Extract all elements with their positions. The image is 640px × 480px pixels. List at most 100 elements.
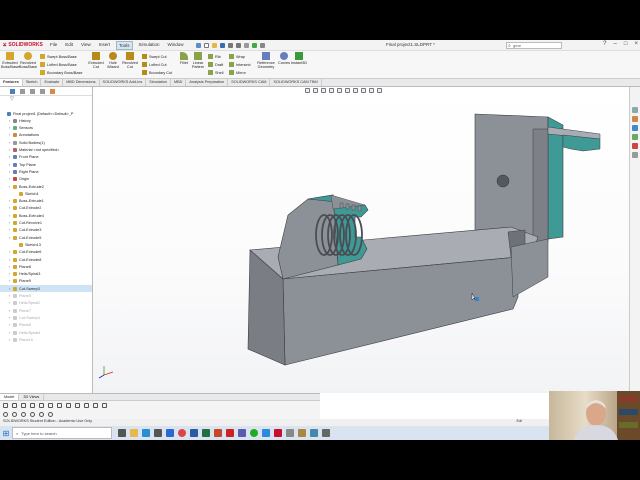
intersect-button[interactable]: Intersect: [229, 62, 251, 67]
close-icon[interactable]: ×: [634, 41, 638, 47]
expand-chevron-icon[interactable]: ›: [9, 294, 12, 298]
expand-chevron-icon[interactable]: ›: [9, 316, 12, 320]
display-manager-icon[interactable]: [50, 88, 55, 94]
feature-tree-item[interactable]: › Cut-Extrude6: [0, 249, 92, 256]
chrome-icon[interactable]: [178, 429, 186, 437]
shell-button[interactable]: Shell: [208, 70, 223, 75]
app-icon[interactable]: [310, 429, 318, 437]
select-tool-icon[interactable]: [3, 403, 8, 408]
file-explorer-icon[interactable]: [632, 125, 638, 131]
curves-button[interactable]: Curves: [278, 52, 290, 65]
feature-tree-item[interactable]: › Boss-Extrude4: [0, 212, 92, 219]
feature-tree-item[interactable]: › Annotations: [0, 132, 92, 139]
swept-boss-button[interactable]: Swept Boss/Base: [40, 54, 77, 59]
command-tab[interactable]: Sketch: [23, 79, 42, 86]
expand-chevron-icon[interactable]: ›: [9, 199, 12, 203]
task-view-icon[interactable]: [118, 429, 126, 437]
rib-button[interactable]: Rib: [208, 54, 221, 59]
expand-chevron-icon[interactable]: ›: [9, 258, 12, 262]
swept-cut-button[interactable]: Swept Cut: [142, 54, 167, 59]
graphics-area[interactable]: [93, 87, 629, 393]
feature-tree-item[interactable]: › Plane5: [0, 293, 92, 300]
feature-tree-item[interactable]: › Solid Bodies(1): [0, 139, 92, 146]
feature-tree-item[interactable]: › Plane7: [0, 307, 92, 314]
lofted-cut-button[interactable]: Lofted Cut: [142, 62, 167, 67]
line-tool-icon[interactable]: [21, 403, 26, 408]
restore-icon[interactable]: □: [624, 41, 628, 47]
feature-tree-item[interactable]: › Top Plane: [0, 161, 92, 168]
expand-chevron-icon[interactable]: ›: [9, 250, 12, 254]
expand-chevron-icon[interactable]: ›: [9, 331, 12, 335]
expand-chevron-icon[interactable]: ›: [9, 279, 12, 283]
powerpoint-icon[interactable]: [214, 429, 222, 437]
feature-tree-item[interactable]: › Boss-Extrude1: [0, 198, 92, 205]
feature-tree-item[interactable]: › Cut-Sweep3: [0, 285, 92, 293]
expand-chevron-icon[interactable]: ›: [9, 133, 12, 137]
expand-chevron-icon[interactable]: ›: [9, 163, 12, 167]
teams-icon[interactable]: [238, 429, 246, 437]
custom-properties-icon[interactable]: [632, 152, 638, 158]
expand-chevron-icon[interactable]: ›: [9, 221, 12, 225]
app-icon[interactable]: [286, 429, 294, 437]
acrobat-icon[interactable]: [226, 429, 234, 437]
windows-start-icon[interactable]: ⊞: [0, 427, 12, 439]
polygon-tool-icon[interactable]: [57, 403, 62, 408]
help-icon[interactable]: ?: [603, 41, 606, 47]
feature-tree-item[interactable]: Sketch13: [0, 241, 92, 248]
expand-chevron-icon[interactable]: ›: [9, 272, 12, 276]
pattern-sketch-icon[interactable]: [30, 412, 35, 417]
extruded-cut-button[interactable]: Extruded Cut: [88, 52, 104, 69]
expand-chevron-icon[interactable]: ›: [9, 170, 12, 174]
rebuild-icon[interactable]: [251, 42, 257, 48]
mirror-button[interactable]: Mirror: [229, 70, 246, 75]
draft-button[interactable]: Draft: [208, 62, 223, 67]
display-style-icon[interactable]: [345, 88, 350, 93]
feature-tree-item[interactable]: Final project1 (Default<<Default>_P: [0, 110, 92, 117]
expand-chevron-icon[interactable]: ›: [9, 265, 12, 269]
expand-chevron-icon[interactable]: ›: [9, 287, 12, 291]
feature-tree-item[interactable]: › Cut-Revolve1: [0, 220, 92, 227]
command-tab[interactable]: Features: [0, 79, 23, 86]
hole-wizard-button[interactable]: Hole Wizard: [106, 52, 120, 69]
select-icon[interactable]: [243, 42, 249, 48]
feature-tree-item[interactable]: Sketch1: [0, 190, 92, 197]
expand-chevron-icon[interactable]: ›: [9, 338, 12, 342]
print-icon[interactable]: [227, 42, 233, 48]
expand-chevron-icon[interactable]: ›: [9, 214, 12, 218]
command-tab[interactable]: Simulation: [146, 79, 171, 86]
resources-icon[interactable]: [632, 107, 638, 113]
feature-tree-item[interactable]: › Plane9: [0, 278, 92, 285]
mail-icon[interactable]: [166, 429, 174, 437]
trim-tool-icon[interactable]: [93, 403, 98, 408]
feature-tree-item[interactable]: › Plane10: [0, 336, 92, 343]
feature-tree-item[interactable]: › Plane6: [0, 322, 92, 329]
lofted-boss-button[interactable]: Lofted Boss/Base: [40, 62, 77, 67]
repair-sketch-icon[interactable]: [48, 412, 53, 417]
feature-tree-item[interactable]: › Helix/Spiral2: [0, 300, 92, 307]
command-tab[interactable]: SOLIDWORKS CAM TBM: [270, 79, 322, 86]
slot-tool-icon[interactable]: [66, 403, 71, 408]
menu-edit[interactable]: Edit: [63, 41, 75, 50]
expand-chevron-icon[interactable]: ›: [9, 141, 12, 145]
appearance-icon[interactable]: [361, 88, 366, 93]
spotify-icon[interactable]: [250, 429, 258, 437]
app-logo[interactable]: ⨲ SOLIDWORKS: [0, 42, 46, 49]
command-tab[interactable]: Evaluate: [41, 79, 64, 86]
feature-tree-item[interactable]: › Cut-Extrude8: [0, 256, 92, 263]
expand-chevron-icon[interactable]: ›: [9, 119, 12, 123]
open-icon[interactable]: [211, 42, 217, 48]
revolved-boss-button[interactable]: Revolved Boss/Base: [19, 52, 37, 69]
smart-dimension-icon[interactable]: [12, 403, 17, 408]
revolved-cut-button[interactable]: Revolved Cut: [122, 52, 138, 69]
feature-tree-item[interactable]: › Cut-Extrude5: [0, 234, 92, 241]
app-icon[interactable]: [322, 429, 330, 437]
hide-show-icon[interactable]: [353, 88, 358, 93]
feature-tree-item[interactable]: › Front Plane: [0, 154, 92, 161]
menu-file[interactable]: File: [48, 41, 59, 50]
search-input[interactable]: ⌕ gear: [506, 42, 562, 49]
spline-tool-icon[interactable]: [75, 403, 80, 408]
dimxpert-icon[interactable]: [40, 88, 45, 94]
property-manager-icon[interactable]: [20, 88, 25, 94]
arc-tool-icon[interactable]: [48, 403, 53, 408]
reference-geometry-button[interactable]: Reference Geometry: [256, 52, 276, 69]
